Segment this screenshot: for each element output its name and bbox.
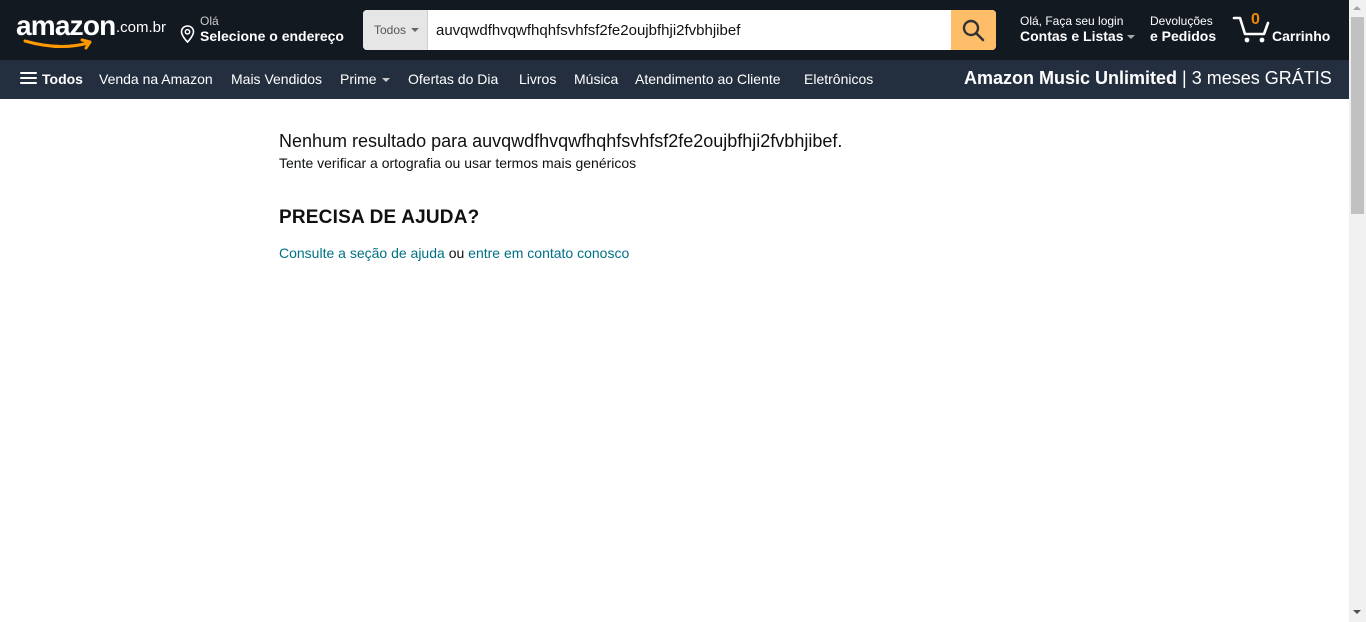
nav-link-best-sellers[interactable]: Mais Vendidos [231,71,322,87]
all-menu-label: Todos [42,71,83,87]
search-bar: Todos [363,10,996,50]
chevron-down-icon [1127,35,1136,40]
search-results-area: Nenhum resultado para auvqwdfhvqwfhqhfsv… [279,128,1179,261]
search-hint: Tente verificar a ortografia ou usar ter… [279,155,637,171]
nav-link-deals[interactable]: Ofertas do Dia [408,71,498,87]
help-section-link[interactable]: Consulte a seção de ajuda [279,245,445,261]
promo-title: Amazon Music Unlimited [964,68,1178,88]
help-line: Consulte a seção de ajuda ou entre em co… [279,245,1179,261]
location-selector[interactable]: Olá Selecione o endereço [180,12,350,48]
cart-label: Carrinho [1272,28,1331,44]
account-label-wrap: Contas e Listas [1020,28,1136,44]
account-menu[interactable]: Olá, Faça seu login Contas e Listas [1020,14,1136,48]
returns-label: Devoluções [1150,14,1213,28]
search-category-select[interactable]: Todos [363,10,428,50]
scroll-down-icon[interactable] [1353,610,1361,614]
all-menu-button[interactable]: Todos [20,71,83,87]
cart-count: 0 [1251,11,1260,28]
nav-link-books[interactable]: Livros [519,71,556,87]
smile-arrow-icon [23,38,92,50]
nav-link-music[interactable]: Música [574,71,618,87]
nav-link-customer-service[interactable]: Atendimento ao Cliente [635,71,781,87]
account-greeting: Olá, Faça seu login [1020,14,1124,28]
orders-label: e Pedidos [1150,28,1217,44]
location-pin-icon [180,25,195,43]
search-icon [962,19,985,42]
promo-offer: | 3 meses GRÁTIS [1182,68,1332,88]
hamburger-icon [20,72,37,85]
no-results-message: Nenhum resultado para auvqwdfhvqwfhqhfsv… [279,131,843,151]
help-heading: PRECISA DE AJUDA? [279,207,480,228]
location-action: Selecione o endereço [200,28,344,44]
logo-tld: .com.br [116,19,167,36]
header: amazon .com.br Olá Selecione o endereço … [0,0,1349,60]
nav-link-prime[interactable]: Prime [340,71,390,87]
sub-navigation: Todos Venda na Amazon Mais Vendidos Prim… [0,60,1349,99]
returns-orders-link[interactable]: Devoluções e Pedidos [1150,14,1220,48]
scroll-up-icon[interactable] [1353,6,1361,10]
search-button[interactable] [951,10,996,50]
cart-button[interactable]: 0 Carrinho [1232,10,1337,50]
nav-link-sell[interactable]: Venda na Amazon [99,71,213,87]
help-or-text: ou [448,245,465,261]
search-input[interactable] [429,10,951,50]
contact-us-link[interactable]: entre em contato conosco [468,245,629,261]
scrollbar-thumb[interactable] [1351,17,1364,214]
nav-link-prime-label: Prime [340,71,377,87]
location-greeting: Olá [200,14,219,28]
chevron-down-icon [381,78,390,83]
nav-link-electronics[interactable]: Eletrônicos [804,71,873,87]
amazon-logo[interactable]: amazon .com.br [14,10,167,50]
chevron-down-icon [411,28,419,32]
search-category-label: Todos [374,23,407,37]
page-scrollbar[interactable] [1349,0,1366,622]
account-label: Contas e Listas [1020,28,1124,44]
music-unlimited-promo[interactable]: Amazon Music Unlimited | 3 meses GRÁTIS [964,68,1332,89]
